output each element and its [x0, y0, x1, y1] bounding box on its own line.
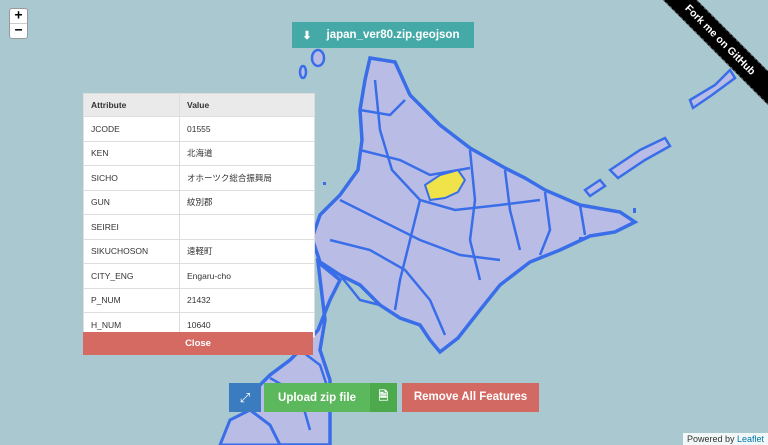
attr-key: SEIREI	[84, 215, 180, 239]
download-icon: ⬇	[302, 29, 312, 42]
attr-value	[180, 215, 314, 239]
table-row: SICHO オホーツク総合振興局	[84, 165, 314, 190]
attr-key: P_NUM	[84, 288, 180, 312]
leaflet-link[interactable]: Leaflet	[737, 434, 764, 444]
close-button[interactable]: Close	[83, 332, 313, 355]
table-row: CITY_ENG Engaru-cho	[84, 263, 314, 288]
attr-key: JCODE	[84, 117, 180, 141]
attr-key: SIKUCHOSON	[84, 239, 180, 263]
zoom-control: + −	[9, 8, 28, 39]
attribute-header: Attribute	[84, 94, 180, 116]
attr-value: 01555	[187, 123, 211, 134]
attr-value: 北海道	[187, 148, 213, 159]
table-row: KEN 北海道	[84, 140, 314, 165]
table-row: JCODE 01555	[84, 116, 314, 141]
expand-icon: ⤢	[239, 389, 251, 405]
rebun-island[interactable]	[298, 64, 308, 80]
remove-all-features-button[interactable]: Remove All Features	[402, 383, 539, 412]
attr-value: Engaru-cho	[187, 270, 231, 281]
attr-value: 紋別郡	[187, 197, 213, 208]
fit-bounds-button[interactable]: ⤢	[229, 383, 261, 412]
table-row: SEIREI	[84, 214, 314, 239]
download-label: japan_ver80.zip.geojson	[326, 29, 460, 41]
attribute-table: Attribute Value JCODE 01555 KEN 北海道 SICHO オ…	[83, 93, 315, 338]
table-row: P_NUM 21432	[84, 287, 314, 312]
rishiri-island[interactable]	[310, 48, 326, 68]
attr-key: KEN	[84, 141, 180, 165]
kuril-islands[interactable]	[583, 68, 737, 198]
attr-key: CITY_ENG	[84, 264, 180, 288]
attr-key: GUN	[84, 190, 180, 214]
upload-zip-button[interactable]: Upload zip file 🗎	[264, 383, 397, 412]
table-header: Attribute Value	[84, 94, 314, 116]
value-header: Value	[187, 100, 210, 110]
attr-value: 21432	[187, 295, 211, 306]
table-row: GUN 紋別郡	[84, 189, 314, 214]
attr-key: SICHO	[84, 166, 180, 190]
attr-value: 遠軽町	[187, 246, 213, 257]
map-attribution: Powered by Leaflet	[682, 433, 768, 445]
download-geojson-button[interactable]: ⬇ japan_ver80.zip.geojson	[292, 22, 474, 48]
zoom-out-button[interactable]: −	[10, 23, 27, 38]
attr-value: オホーツク総合振興局	[187, 172, 272, 183]
attribution-prefix: Powered by	[686, 434, 737, 444]
zoom-in-button[interactable]: +	[10, 9, 27, 23]
upload-label: Upload zip file	[278, 391, 356, 404]
table-row: SIKUCHOSON 遠軽町	[84, 238, 314, 263]
file-icon: 🗎	[370, 383, 397, 412]
